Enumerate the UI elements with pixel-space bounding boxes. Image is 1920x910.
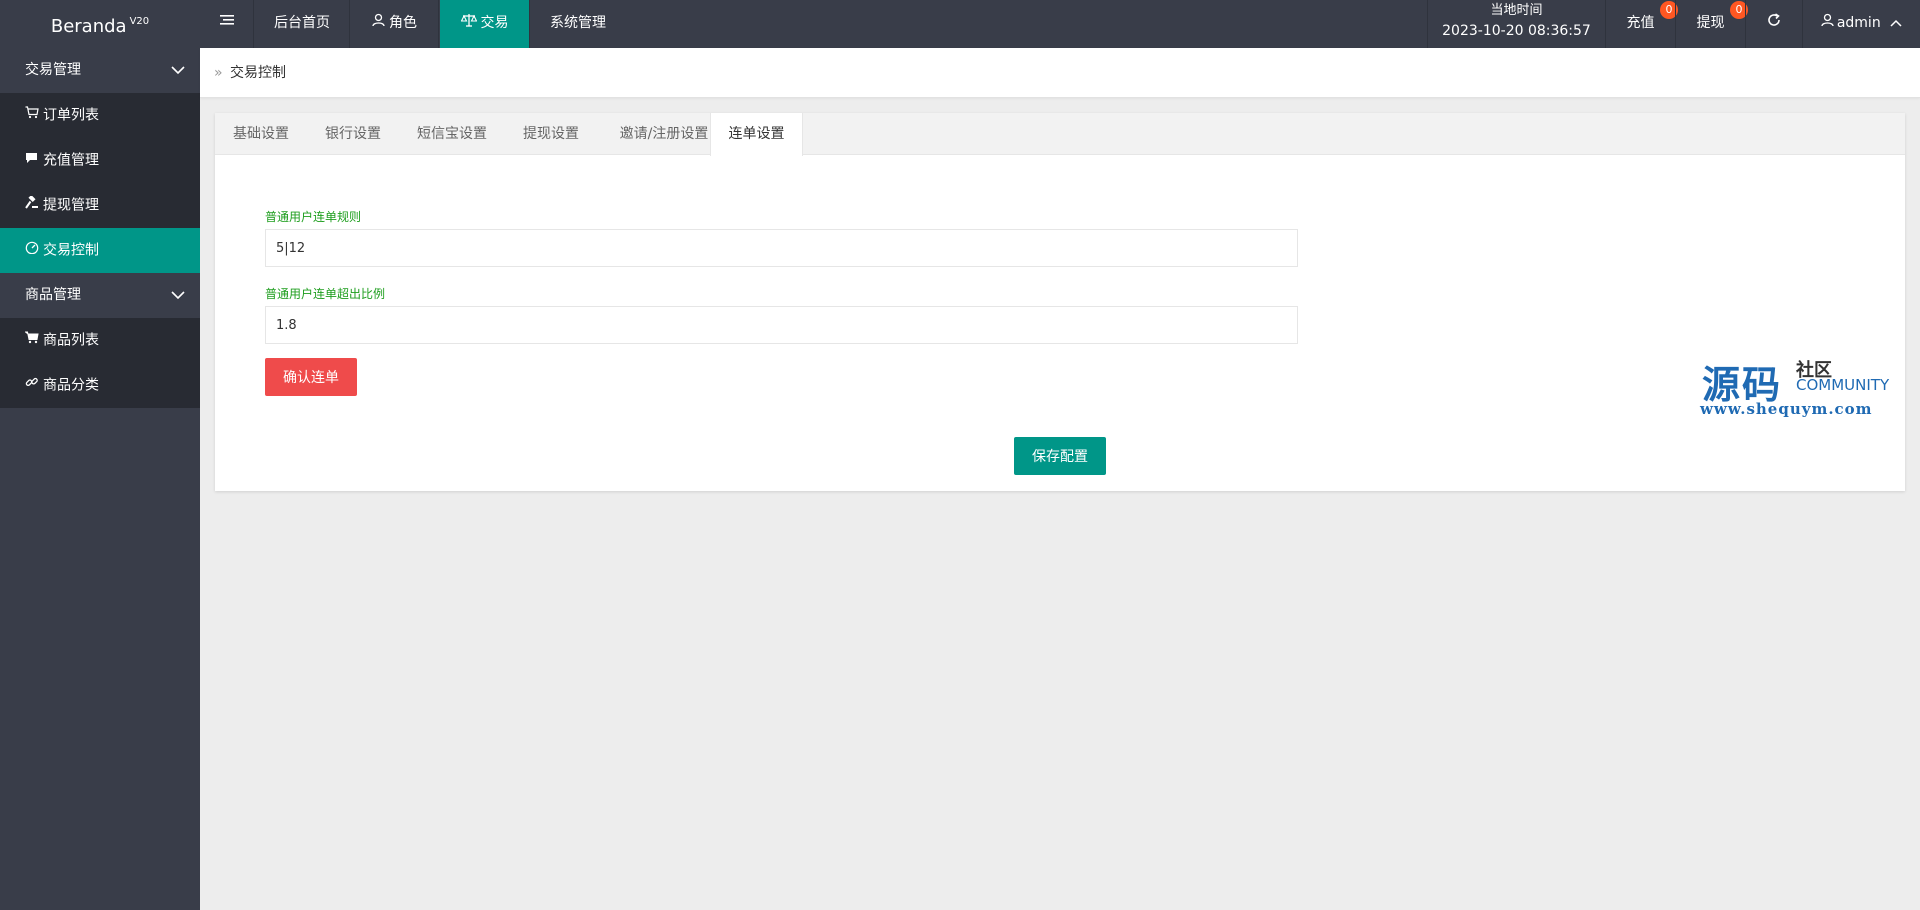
watermark-logo: 源码 社区 COMMUNITY www.shequym.com	[1700, 354, 1900, 424]
nav-system[interactable]: 系统管理	[531, 0, 625, 48]
brand-version: V20	[129, 16, 150, 27]
comment-icon	[25, 138, 41, 183]
brand-logo[interactable]: Beranda V20	[0, 0, 200, 48]
sidebar-item-goods-list-label: 商品列表	[43, 332, 99, 349]
recharge-label: 充值	[1626, 15, 1655, 31]
sidebar-item-trade-control[interactable]: 交易控制	[0, 228, 200, 273]
local-time-label: 当地时间	[1490, 3, 1543, 18]
scale-icon	[460, 0, 477, 46]
sidebar-group-trade-label: 交易管理	[25, 62, 81, 78]
menu-toggle-icon	[219, 0, 235, 46]
user-name: admin	[1836, 15, 1881, 31]
double-chevron-right-icon: »	[214, 65, 223, 81]
field1-input[interactable]	[265, 229, 1298, 267]
sidebar-item-withdraw-label: 提现管理	[43, 197, 99, 214]
sidebar-item-recharge-label: 充值管理	[43, 152, 99, 169]
watermark-community: COMMUNITY	[1796, 376, 1890, 394]
tab-bank[interactable]: 银行设置	[307, 113, 399, 155]
brand-name: Beranda	[50, 16, 127, 37]
nav-role[interactable]: 角色	[351, 0, 439, 48]
refresh-button[interactable]	[1745, 0, 1802, 48]
sidebar-item-recharge[interactable]: 充值管理	[0, 138, 200, 183]
sidebar-item-withdraw[interactable]: 提现管理	[0, 183, 200, 228]
tab-basic-label: 基础设置	[233, 126, 289, 142]
local-time-value: 2023-10-20 08:36:57	[1442, 23, 1591, 39]
tab-consecutive[interactable]: 连单设置	[710, 113, 803, 156]
cart-filled-icon	[24, 318, 41, 363]
link-icon	[25, 363, 41, 408]
field2-input[interactable]	[265, 306, 1298, 344]
sidebar-item-goods-list[interactable]: 商品列表	[0, 318, 200, 363]
gavel-icon	[25, 183, 41, 228]
tab-withdraw-label: 提现设置	[523, 126, 579, 142]
confirm-consecutive-button[interactable]: 确认连单	[265, 358, 357, 396]
tab-sms[interactable]: 短信宝设置	[399, 113, 505, 155]
user-icon	[372, 0, 385, 46]
sidebar-item-goods-category[interactable]: 商品分类	[0, 363, 200, 408]
nav-role-label: 角色	[389, 15, 417, 31]
cart-icon	[25, 93, 41, 138]
watermark-url: www.shequym.com	[1700, 400, 1873, 418]
tab-withdraw[interactable]: 提现设置	[505, 113, 597, 155]
tab-bank-label: 银行设置	[325, 126, 381, 142]
tab-bar: 基础设置 银行设置 短信宝设置 提现设置 邀请/注册设置 连单设置	[215, 113, 1905, 156]
refresh-icon	[1767, 0, 1781, 46]
user-menu[interactable]: admin	[1802, 0, 1920, 48]
tab-basic[interactable]: 基础设置	[215, 113, 307, 155]
nav-trade-label: 交易	[480, 15, 509, 31]
breadcrumb: » 交易控制	[200, 48, 1920, 98]
sidebar-item-trade-control-label: 交易控制	[43, 242, 99, 259]
top-header: Beranda V20 后台首页 角色 交易 系统管理 当地时间 2023-10-…	[0, 0, 1920, 48]
settings-card: 基础设置 银行设置 短信宝设置 提现设置 邀请/注册设置 连单设置 普通用户连单…	[215, 113, 1905, 491]
sidebar-group-trade[interactable]: 交易管理	[0, 48, 200, 93]
withdraw-button[interactable]: 提现 0	[1675, 0, 1748, 48]
nav-system-label: 系统管理	[550, 15, 606, 31]
recharge-button[interactable]: 充值 0	[1605, 0, 1678, 48]
dashboard-icon	[25, 228, 41, 273]
nav-home[interactable]: 后台首页	[255, 0, 350, 48]
nav-trade[interactable]: 交易	[440, 0, 530, 48]
breadcrumb-current: 交易控制	[230, 65, 286, 81]
sidebar-group-goods[interactable]: 商品管理	[0, 273, 200, 318]
sidebar-item-orders-label: 订单列表	[43, 107, 99, 124]
withdraw-label: 提现	[1696, 15, 1725, 31]
user-avatar-icon	[1821, 0, 1834, 46]
field2-label: 普通用户连单超出比例	[265, 287, 386, 301]
chevron-down-icon	[171, 273, 185, 318]
sidebar: 交易管理 订单列表 充值管理 提现管理 交易控制 商品管理 商品列表 商品分类	[0, 48, 200, 910]
tab-consecutive-label: 连单设置	[728, 126, 785, 142]
local-time: 当地时间 2023-10-20 08:36:57	[1427, 0, 1605, 48]
nav-home-label: 后台首页	[274, 15, 330, 31]
sidebar-submenu-goods: 商品列表 商品分类	[0, 318, 200, 408]
menu-toggle-button[interactable]	[204, 0, 254, 48]
field1-label: 普通用户连单规则	[265, 210, 362, 224]
sidebar-item-goods-category-label: 商品分类	[43, 377, 99, 394]
chevron-down-icon	[171, 48, 185, 93]
sidebar-group-goods-label: 商品管理	[25, 287, 81, 303]
sidebar-item-orders[interactable]: 订单列表	[0, 93, 200, 138]
save-config-button[interactable]: 保存配置	[1014, 437, 1106, 475]
sidebar-submenu-trade: 订单列表 充值管理 提现管理 交易控制	[0, 93, 200, 273]
tab-invite-label: 邀请/注册设置	[619, 126, 709, 142]
chevron-up-icon	[1890, 0, 1902, 46]
tab-sms-label: 短信宝设置	[417, 126, 487, 142]
